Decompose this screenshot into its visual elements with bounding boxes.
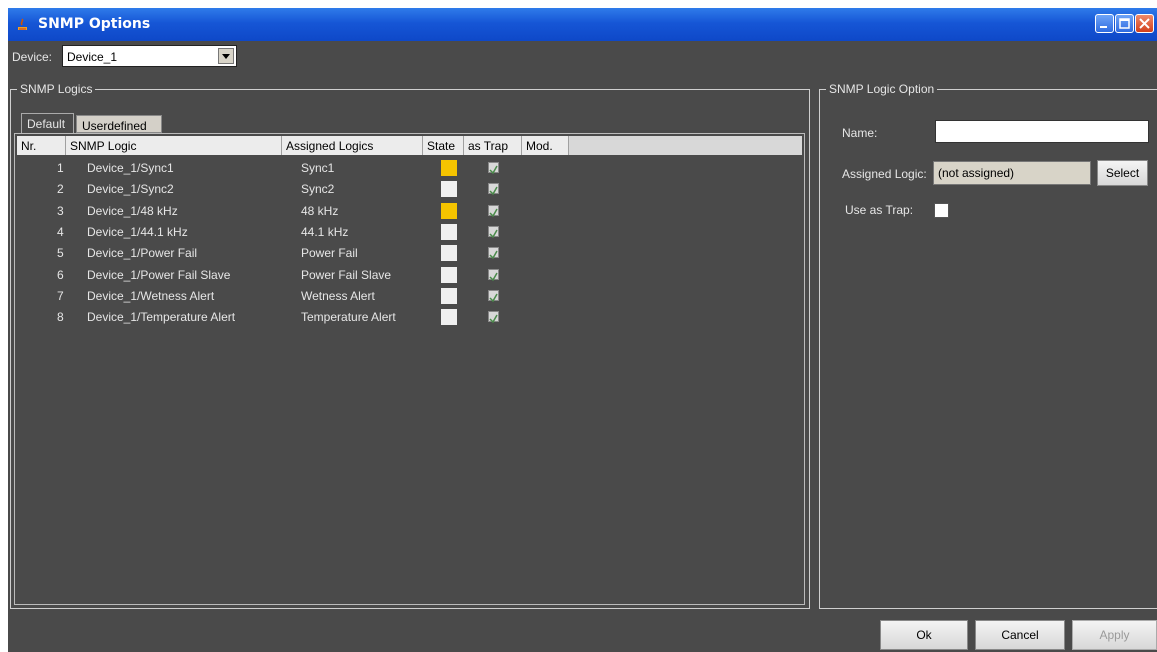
state-indicator: [441, 309, 457, 326]
name-label: Name:: [842, 126, 878, 140]
row-assigned-logic: Sync2: [301, 182, 335, 197]
snmp-logics-title: SNMP Logics: [17, 82, 96, 96]
tab-default[interactable]: Default: [21, 113, 74, 133]
use-as-trap-checkbox[interactable]: [934, 203, 949, 218]
row-assigned-logic: Sync1: [301, 161, 335, 175]
row-snmp-logic: Device_1/Power Fail Slave: [87, 267, 231, 282]
check-icon: [489, 208, 498, 217]
table-row[interactable]: 3 Device_1/48 kHz 48 kHz: [17, 201, 797, 222]
chevron-down-icon[interactable]: [218, 48, 234, 64]
state-indicator: [441, 160, 457, 176]
state-indicator: [441, 245, 457, 262]
column-header-assigned-logics[interactable]: Assigned Logics: [282, 136, 423, 155]
state-indicator: [441, 202, 457, 219]
check-icon: [489, 293, 498, 303]
use-as-trap-label: Use as Trap:: [845, 203, 914, 217]
snmp-logic-option-title: SNMP Logic Option: [826, 82, 938, 96]
name-input[interactable]: [935, 120, 1149, 143]
row-nr: 8: [57, 310, 64, 325]
maximize-icon: [1119, 18, 1130, 29]
state-indicator: [441, 223, 457, 240]
check-icon: [489, 186, 498, 196]
table-row[interactable]: 5 Device_1/Power Fail Power Fail: [17, 243, 797, 264]
assigned-logic-field: (not assigned): [933, 161, 1091, 185]
check-icon: [489, 165, 498, 175]
check-icon: [489, 314, 498, 324]
assigned-logic-label: Assigned Logic:: [842, 167, 927, 181]
as-trap-checkbox[interactable]: [488, 268, 499, 281]
row-snmp-logic: Device_1/Sync1: [87, 161, 174, 175]
column-header-snmp-logic[interactable]: SNMP Logic: [66, 136, 282, 155]
check-icon: [489, 229, 498, 239]
title-bar[interactable]: SNMP Options: [8, 8, 1157, 41]
row-assigned-logic: 48 kHz: [301, 203, 339, 218]
maximize-button[interactable]: [1115, 14, 1134, 33]
close-button[interactable]: [1135, 14, 1154, 33]
device-select[interactable]: Device_1: [62, 45, 237, 67]
table-row[interactable]: 8 Device_1/Temperature Alert Temperature A…: [17, 307, 797, 328]
row-nr: 1: [57, 161, 64, 175]
java-cup-icon: [18, 18, 27, 30]
column-header-state[interactable]: State: [423, 136, 464, 155]
row-nr: 5: [57, 246, 64, 261]
column-header-nr[interactable]: Nr.: [17, 136, 66, 155]
table-row[interactable]: 4 Device_1/44.1 kHz 44.1 kHz: [17, 222, 797, 243]
table-header: Nr. SNMP Logic Assigned Logics State as …: [17, 136, 802, 155]
close-icon: [1139, 18, 1150, 29]
device-label: Device:: [12, 50, 53, 64]
table-row[interactable]: 1 Device_1/Sync1 Sync1: [17, 158, 797, 179]
state-indicator: [441, 287, 457, 304]
row-nr: 3: [57, 203, 64, 218]
tab-userdefined[interactable]: Userdefined: [76, 115, 162, 133]
as-trap-checkbox[interactable]: [488, 183, 499, 196]
row-snmp-logic: Device_1/44.1 kHz: [87, 224, 188, 239]
row-assigned-logic: Power Fail Slave: [301, 267, 392, 282]
state-indicator: [441, 266, 457, 283]
minimize-button[interactable]: [1095, 14, 1114, 33]
check-icon: [489, 272, 498, 281]
state-indicator: [441, 181, 457, 198]
as-trap-checkbox[interactable]: [488, 204, 499, 217]
table-row[interactable]: 2 Device_1/Sync2 Sync2: [17, 179, 797, 200]
window-title: SNMP Options: [38, 16, 151, 32]
row-nr: 2: [57, 182, 64, 197]
row-nr: 4: [57, 224, 64, 239]
as-trap-checkbox[interactable]: [488, 225, 499, 239]
apply-button[interactable]: Apply: [1072, 620, 1157, 650]
row-assigned-logic: Temperature Alert: [301, 310, 396, 325]
row-assigned-logic: 44.1 kHz: [301, 224, 349, 239]
device-select-value: Device_1: [67, 50, 118, 64]
table-row[interactable]: 7 Device_1/Wetness Alert Wetness Alert: [17, 286, 797, 307]
row-snmp-logic: Device_1/Sync2: [87, 182, 174, 197]
row-snmp-logic: Device_1/48 kHz: [87, 203, 178, 218]
row-snmp-logic: Device_1/Power Fail: [87, 246, 198, 261]
cancel-button[interactable]: Cancel: [975, 620, 1065, 650]
row-nr: 7: [57, 288, 64, 303]
table-row[interactable]: 6 Device_1/Power Fail Slave Power Fail Sla…: [17, 265, 797, 286]
row-assigned-logic: Power Fail: [301, 246, 358, 261]
column-header-mod[interactable]: Mod.: [522, 136, 569, 155]
minimize-icon: [1100, 26, 1107, 28]
row-snmp-logic: Device_1/Temperature Alert: [87, 310, 236, 325]
as-trap-checkbox[interactable]: [488, 289, 499, 303]
column-header-as-trap[interactable]: as Trap: [464, 136, 522, 155]
check-icon: [489, 250, 498, 260]
row-nr: 6: [57, 267, 64, 282]
row-snmp-logic: Device_1/Wetness Alert: [87, 288, 215, 303]
row-assigned-logic: Wetness Alert: [301, 288, 375, 303]
snmp-logics-table: Nr. SNMP Logic Assigned Logics State as …: [14, 133, 805, 605]
ok-button[interactable]: Ok: [880, 620, 968, 650]
as-trap-checkbox[interactable]: [488, 311, 499, 324]
as-trap-checkbox[interactable]: [488, 247, 499, 260]
select-button[interactable]: Select: [1097, 160, 1148, 186]
as-trap-checkbox[interactable]: [488, 162, 499, 175]
